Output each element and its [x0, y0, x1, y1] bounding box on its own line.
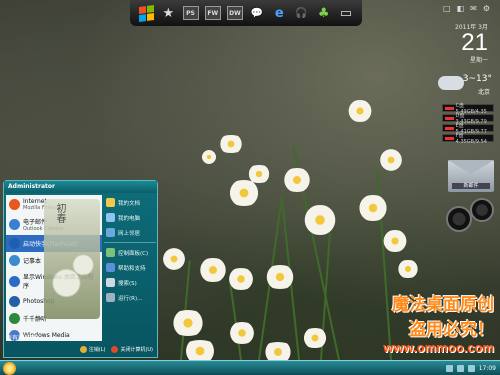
key-icon	[79, 345, 87, 353]
chat-icon[interactable]: 💬	[249, 3, 265, 23]
places-search[interactable]: 搜索(S)	[104, 275, 156, 290]
power-icon	[111, 345, 119, 353]
start-menu-user: Administrator	[4, 181, 157, 193]
star-icon[interactable]: ★	[160, 3, 176, 23]
flashget-icon	[9, 238, 20, 249]
weather-city: 北京	[477, 89, 490, 96]
places-label: 我的电脑	[118, 215, 141, 222]
fireworks-icon[interactable]: FW	[204, 3, 221, 23]
gauge-icon	[446, 206, 472, 232]
places-label: 我的文档	[118, 200, 141, 207]
weather-gadget[interactable]: 3~13° 北京	[438, 74, 492, 98]
help-icon	[106, 263, 115, 272]
start-menu-artwork: 初春	[44, 199, 100, 319]
separator	[104, 242, 156, 243]
places-network[interactable]: 网上邻居	[104, 225, 156, 240]
firefox-icon	[9, 199, 20, 210]
start-menu: Administrator 初春 Internet Mozilla Firefox…	[3, 180, 158, 358]
gauge-icon	[470, 198, 494, 222]
places-label: 运行(R)...	[118, 295, 143, 302]
places-computer[interactable]: 我的电脑	[104, 210, 156, 225]
cloud-icon	[438, 76, 464, 90]
dreamweaver-icon[interactable]: DW	[226, 3, 243, 23]
system-tray: 17:09	[445, 364, 500, 372]
watermark-url: www.ommoo.com	[383, 340, 494, 355]
search-icon	[106, 278, 115, 287]
calendar-weekday: 星期一	[469, 57, 488, 64]
desktop-icon	[9, 275, 20, 287]
tray-app-icon[interactable]	[467, 364, 475, 372]
network-icon	[106, 228, 115, 237]
envelope-icon	[448, 160, 494, 174]
gadget-toolbar: □ ◧ ✉ ⚙	[443, 4, 490, 13]
weather-temp: 3~13°	[462, 74, 492, 84]
start-menu-places: 我的文档 我的电脑 网上邻居 控制面板(C) 帮助和支持 搜索(S) 运行(R)…	[104, 195, 156, 341]
photoshop-icon[interactable]: PS	[182, 3, 199, 23]
places-documents[interactable]: 我的文档	[104, 195, 156, 210]
places-label: 控制面板(C)	[118, 250, 149, 257]
places-run[interactable]: 运行(R)...	[104, 290, 156, 305]
top-dock: ★ PS FW DW 💬 e 🎧 ♣ ▭	[130, 0, 362, 26]
logoff-label: 注销(L)	[88, 346, 106, 353]
tray-network-icon[interactable]	[445, 364, 453, 372]
windows-logo-icon[interactable]	[138, 3, 154, 23]
notepad-icon	[9, 255, 20, 266]
calendar-day: 21	[461, 29, 488, 56]
watermark-line1: 魔法桌面原创	[392, 295, 494, 315]
places-label: 帮助和支持	[118, 265, 146, 272]
gadget-settings-icon[interactable]: ⚙	[483, 4, 490, 13]
start-menu-footer: 注销(L) 关闭计算机(U)	[4, 341, 157, 357]
shutdown-label: 关闭计算机(U)	[120, 346, 153, 353]
bag-icon[interactable]: ▭	[338, 3, 354, 23]
headphones-icon[interactable]: 🎧	[293, 3, 309, 23]
places-label: 搜索(S)	[118, 280, 137, 287]
tray-clock[interactable]: 17:09	[479, 365, 496, 372]
shutdown-button[interactable]: 关闭计算机(U)	[111, 345, 153, 353]
watermark-line2: 盗用必究！	[409, 320, 494, 340]
run-icon	[106, 293, 115, 302]
computer-icon	[106, 213, 115, 222]
ie-icon[interactable]: e	[271, 3, 287, 23]
places-control-panel[interactable]: 控制面板(C)	[104, 245, 156, 260]
places-label: 网上邻居	[118, 230, 141, 237]
photoshop-app-icon	[9, 296, 20, 307]
frog-icon[interactable]: ♣	[316, 3, 332, 23]
start-button[interactable]	[3, 361, 16, 375]
control-panel-icon	[106, 248, 115, 257]
email-icon	[9, 219, 20, 230]
logoff-button[interactable]: 注销(L)	[79, 345, 106, 353]
disk-meter: F盘 4.35GB/9.54	[442, 132, 494, 145]
tray-volume-icon[interactable]	[456, 364, 464, 372]
music-player-icon	[9, 313, 20, 324]
gadget-toggle-icon[interactable]: ◧	[457, 4, 465, 13]
calendar-gadget[interactable]: 2011年 3月 21 星期一	[428, 22, 488, 64]
mail-gadget[interactable]: 新邮件	[448, 160, 494, 192]
art-caption: 初春	[54, 203, 65, 223]
start-menu-programs: 初春 InternetMozilla Firefox 电子邮件Outlook E…	[6, 195, 102, 341]
cpu-gauge-gadget[interactable]	[446, 198, 496, 234]
watermark: 魔法桌面原创 盗用必究！ www.ommoo.com	[344, 290, 494, 355]
gadget-mail-icon[interactable]: ✉	[470, 4, 477, 13]
mail-label: 新邮件	[452, 183, 490, 189]
taskbar: 17:09	[0, 360, 500, 375]
gadget-window-icon[interactable]: □	[443, 4, 451, 13]
disk-meter-gadget[interactable]: C盘 5.49GB/4.35 D盘 3.43GB/9.79 E盘 5.41GB/…	[442, 103, 494, 145]
disk-meter-label: F盘 4.35GB/9.54	[455, 132, 487, 145]
program-title: 记事本	[23, 258, 42, 265]
places-help[interactable]: 帮助和支持	[104, 260, 156, 275]
folder-icon	[106, 198, 115, 207]
